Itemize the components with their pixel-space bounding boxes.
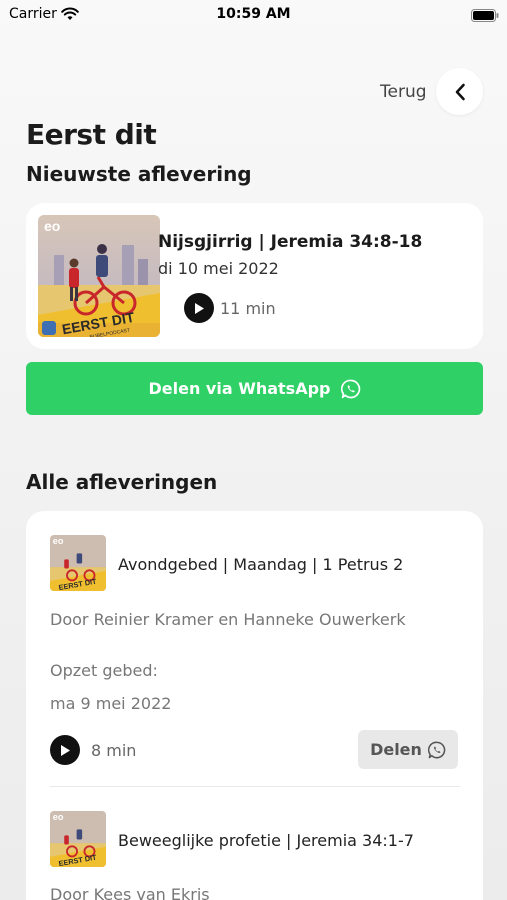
episode-title[interactable]: Avondgebed | Maandag | 1 Petrus 2 [118,555,403,574]
podcast-cover: EERST DIT BIJBELPODCAST eo [38,215,160,337]
episode-cover: EERST DIT eo [50,811,106,867]
share-whatsapp-button[interactable]: Delen via WhatsApp [26,362,483,415]
clock: 10:59 AM [216,6,291,22]
status-bar: Carrier 10:59 AM [0,0,507,28]
episode-authors: Door Reinier Kramer en Hanneke Ouwerkerk [50,610,406,629]
latest-episode-date: di 10 mei 2022 [158,259,279,278]
episode-authors: Door Kees van Ekris [50,885,210,900]
all-episodes-heading: Alle afleveringen [26,470,218,494]
play-button[interactable] [184,293,214,323]
episode-date: ma 9 mei 2022 [50,694,172,713]
play-icon [59,744,71,757]
episode-title[interactable]: Beweeglijke profetie | Jeremia 34:1-7 [118,831,414,850]
whatsapp-icon [427,741,446,759]
play-icon [193,302,205,315]
latest-heading: Nieuwste aflevering [26,162,252,186]
share-label: Delen [370,740,422,759]
whatsapp-icon [340,379,361,399]
battery-icon [471,7,499,22]
back-button[interactable] [436,68,483,115]
svg-text:eo: eo [53,812,64,822]
play-button[interactable] [50,735,80,765]
share-button[interactable]: Delen [358,730,458,769]
share-whatsapp-label: Delen via WhatsApp [148,379,331,398]
latest-episode-duration: 11 min [220,299,276,318]
episode-cover: EERST DIT eo [50,535,106,591]
episode-duration: 8 min [91,741,137,760]
back-label[interactable]: Terug [380,82,427,102]
page-title: Eerst dit [26,118,157,151]
episode-prefix: Opzet gebed: [50,661,158,680]
chevron-left-icon [454,83,466,101]
latest-episode-title[interactable]: Nijsgjirrig | Jeremia 34:8-18 [158,232,422,252]
divider [50,786,460,787]
svg-text:eo: eo [53,536,64,546]
svg-text:eo: eo [44,218,60,234]
